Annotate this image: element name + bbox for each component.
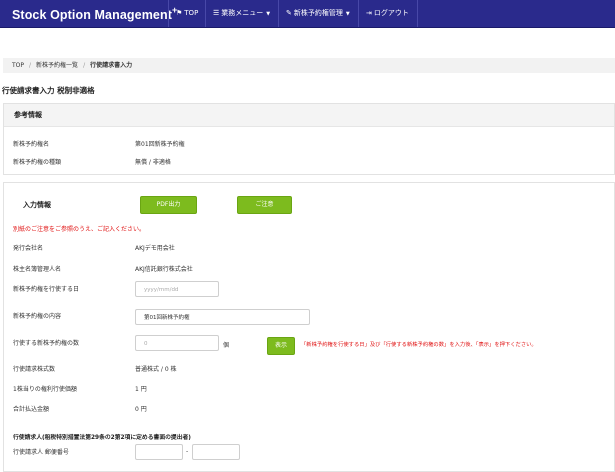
total-label: 合計払込金額 (13, 406, 50, 413)
count-unit: 個 (223, 342, 230, 349)
brand-text: Stock Option Management (12, 8, 172, 23)
input-heading: 入力情報 (23, 201, 51, 209)
show-button[interactable]: 表示 (267, 337, 295, 355)
breadcrumb-top[interactable]: TOP (12, 62, 24, 69)
requester-heading: 行使請求人(租税特別措置法第29条の2第2項に定める書面の提出者) (13, 435, 191, 441)
reference-heading: 参考情報 (4, 104, 614, 127)
breadcrumb-separator: / (83, 62, 86, 69)
page-title: 行使請求書入力 税制非適格 (2, 86, 95, 95)
reference-label-name: 新株予約権名 (13, 141, 50, 148)
breadcrumb: TOP / 新株予約権一覧 / 行使請求書入力 (3, 58, 615, 73)
show-hint: 「新株予約権を行使する日」及び「行使する新株予約権の数」を入力後、「表示」を押下… (301, 342, 537, 348)
breadcrumb-list[interactable]: 新株予約権一覧 (36, 62, 78, 69)
postal-code-second[interactable] (192, 444, 240, 460)
exercise-date-input[interactable]: yyyy/mm/dd (135, 281, 219, 297)
count-label: 行使する新株予約権の数 (13, 340, 80, 347)
reference-value-type: 無償 / 非適格 (135, 159, 171, 166)
shares-value: 普通株式 / 0 株 (135, 366, 177, 373)
issuer-label: 発行会社名 (13, 245, 44, 252)
nav-stock-option-mgmt-label: 新株予約権管理 (293, 9, 343, 17)
menu-icon: ☰ (213, 9, 220, 17)
postal-label: 行使請求人 郵便番号 (13, 449, 69, 456)
nav-stock-option-mgmt[interactable]: ✎ 新株予約権管理 ▼ (278, 0, 358, 27)
count-input[interactable]: 0 (135, 335, 219, 351)
content-label: 新株予約権の内容 (13, 313, 62, 320)
registrar-label: 株主名簿管理人名 (13, 266, 62, 273)
nav-business-menu-label: 業務メニュー (221, 9, 264, 17)
nav-logout[interactable]: ⇥ ログアウト (358, 0, 418, 27)
input-panel: 入力情報 PDF出力 ご注意 別紙のご注意をご参照のうえ、ご記入ください。 発行… (3, 182, 615, 472)
notice-text: 別紙のご注意をご参照のうえ、ご記入ください。 (13, 226, 146, 233)
reference-label-type: 新株予約権の種類 (13, 159, 62, 166)
nav-logout-label: ログアウト (373, 9, 409, 17)
content-input[interactable]: 第01回新株予約権 (135, 309, 310, 325)
registrar-value: AKJ信託銀行株式会社 (135, 266, 193, 273)
postal-code-first[interactable] (135, 444, 183, 460)
breadcrumb-separator: / (29, 62, 32, 69)
nav-top-label: TOP (184, 9, 199, 17)
exercise-date-label: 新株予約権を行使する日 (13, 286, 80, 293)
logout-icon: ⇥ (366, 9, 372, 17)
tag-icon: ✎ (286, 9, 292, 17)
caret-down-icon: ▼ (345, 11, 350, 17)
nav-business-menu[interactable]: ☰ 業務メニュー ▼ (205, 0, 278, 27)
postal-separator: - (186, 448, 189, 455)
pdf-output-button[interactable]: PDF出力 (140, 196, 197, 214)
flag-icon: ⚑ (176, 9, 183, 17)
reference-panel: 参考情報 新株予約権名 第01回新株予約権 新株予約権の種類 無償 / 非適格 (3, 103, 615, 175)
reference-value-name: 第01回新株予約権 (135, 141, 185, 148)
nav-top[interactable]: ⚑ TOP (168, 0, 205, 27)
price-value: 1 円 (135, 386, 147, 393)
app-brand[interactable]: Stock Option Management+ (12, 5, 177, 23)
total-value: 0 円 (135, 406, 147, 413)
shares-label: 行使請求株式数 (13, 366, 56, 373)
top-navbar: Stock Option Management+ ⚑ TOP ☰ 業務メニュー ▼ ✎… (0, 0, 615, 28)
breadcrumb-current: 行使請求書入力 (90, 62, 133, 69)
price-label: 1株当りの権利行使価額 (13, 386, 77, 393)
notice-button[interactable]: ご注意 (237, 196, 292, 214)
issuer-value: AKJデモ用会社 (135, 245, 175, 252)
caret-down-icon: ▼ (266, 11, 271, 17)
